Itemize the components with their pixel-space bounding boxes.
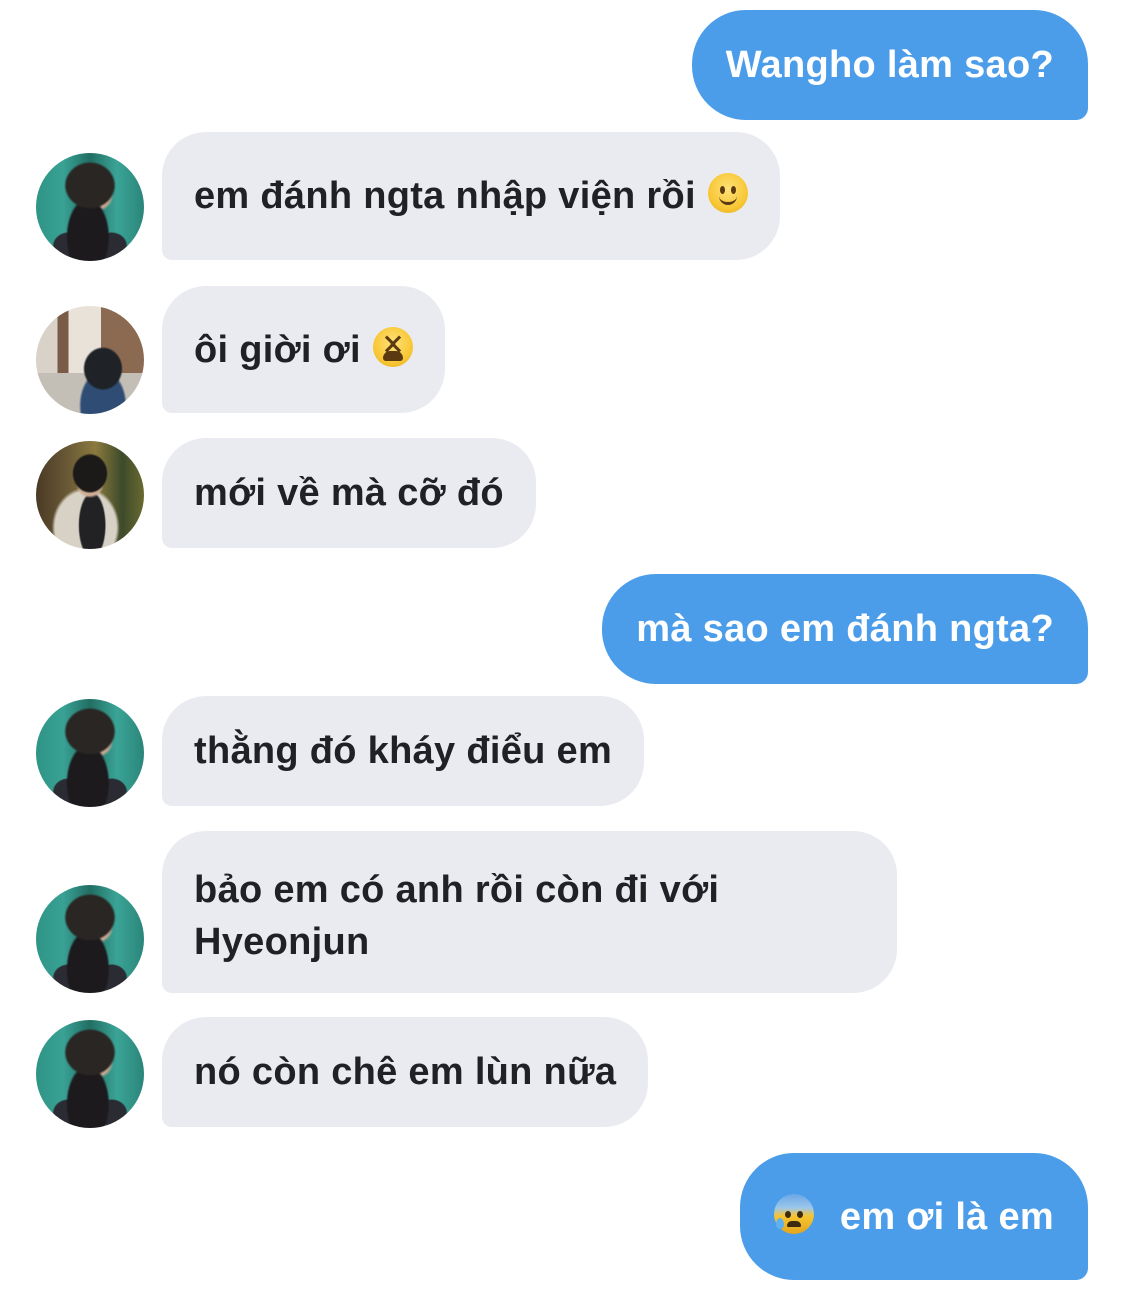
message-text: mà sao em đánh ngta? [636,608,1054,650]
incoming-message[interactable]: thằng đó kháy điểu em [162,696,645,806]
message-text: em ơi là em [839,1195,1054,1238]
message-text: ôi giời ơi [194,328,361,371]
message-text: Wangho làm sao? [725,44,1054,86]
avatar[interactable] [36,885,144,993]
outgoing-message[interactable]: em ơi là em [739,1153,1088,1280]
outgoing-message[interactable]: Wangho làm sao? [691,10,1088,120]
incoming-message[interactable]: nó còn chê em lùn nữa [162,1017,649,1127]
chat-thread: Wangho làm sao? em đánh ngta nhập viện r… [0,0,1125,1289]
message-text: em đánh ngta nhập viện rồi [194,175,696,217]
incoming-message[interactable]: mới về mà cỡ đó [162,438,536,548]
message-text: mới về mà cỡ đó [194,472,504,514]
incoming-message[interactable]: bảo em có anh rồi còn đi với Hyeonjun [162,831,897,993]
outgoing-message[interactable]: mà sao em đánh ngta? [602,574,1088,684]
incoming-message[interactable]: ôi giời ơi [162,286,445,413]
slightly-smiling-face-emoji [707,173,748,213]
tired-face-emoji [372,326,413,367]
incoming-message[interactable]: em đánh ngta nhập viện rồi [162,132,780,260]
avatar[interactable] [36,1020,144,1128]
avatar[interactable] [36,699,144,807]
message-text: bảo em có anh rồi còn đi với Hyeonjun [194,869,720,963]
avatar[interactable] [36,441,144,549]
avatar[interactable] [36,306,144,414]
avatar[interactable] [36,153,144,261]
message-text: thằng đó kháy điểu em [194,730,613,772]
message-text: nó còn chê em lùn nữa [194,1051,617,1093]
anxious-face-with-sweat-emoji [773,1193,814,1234]
